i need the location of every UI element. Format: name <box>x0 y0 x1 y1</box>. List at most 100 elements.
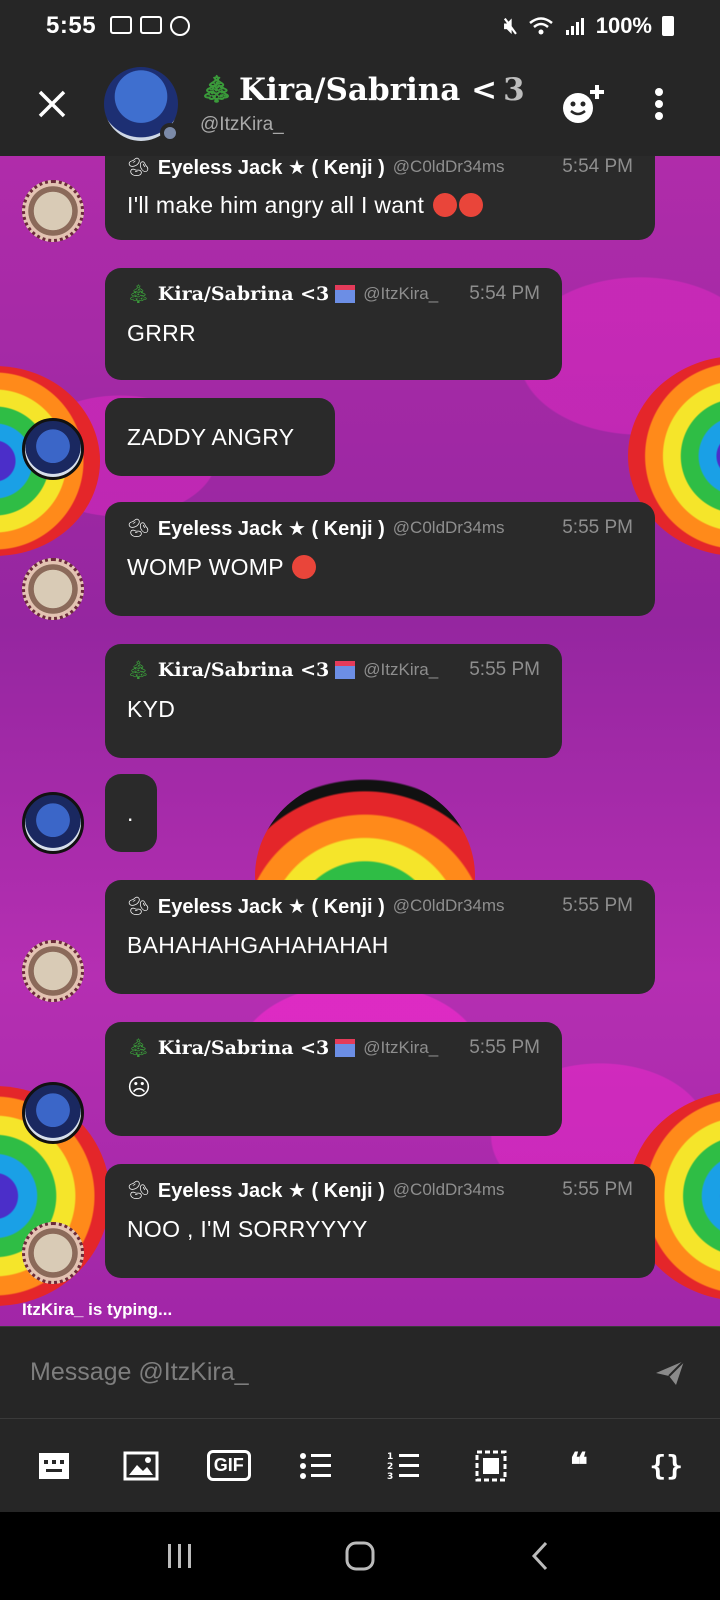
recents-icon <box>168 1544 191 1568</box>
header-user-info[interactable]: 🎄︎ Kira/Sabrina <3 @ItzKira_ <box>200 72 525 136</box>
close-button[interactable] <box>0 52 104 156</box>
bulleted-list-icon <box>300 1452 332 1479</box>
beans-icon: 🫘︎ <box>127 1179 150 1200</box>
message-handle: @ItzKira_ <box>363 660 439 679</box>
svg-text:2: 2 <box>387 1462 393 1472</box>
battery-icon <box>662 16 674 36</box>
numbered-list-button[interactable]: 1 2 3 <box>376 1438 432 1494</box>
header-avatar[interactable] <box>104 67 180 143</box>
avatar[interactable] <box>22 418 84 480</box>
system-navigation-bar <box>0 1512 720 1600</box>
beans-icon: 🫘︎ <box>127 517 150 538</box>
message-text: I'll make him angry all I want <box>127 182 633 238</box>
numbered-list-icon: 1 2 3 <box>387 1452 419 1482</box>
message-author[interactable]: Kira/Sabrina <3 <box>158 283 329 305</box>
message-bubble[interactable]: 🫘︎ Eyeless Jack ★ ( Kenji ) @C0ldDr34ms … <box>105 1164 655 1278</box>
christmas-tree-icon: 🎄︎ <box>200 75 234 105</box>
angry-face-icon <box>432 193 457 217</box>
message-meta: 🫘︎ Eyeless Jack ★ ( Kenji ) @C0ldDr34ms … <box>127 156 633 182</box>
message-time: 5:54 PM <box>562 156 633 177</box>
message-author[interactable]: Eyeless Jack ★ ( Kenji ) <box>158 1178 385 1203</box>
formatting-toolbar: GIF 1 2 3 ❝ {} <box>0 1418 720 1512</box>
send-button[interactable] <box>650 1353 690 1393</box>
message-text: ☹ <box>127 1074 152 1100</box>
dm-header: 🎄︎ Kira/Sabrina <3 @ItzKira_ <box>0 52 720 156</box>
message-bubble[interactable]: 🫘︎ Eyeless Jack ★ ( Kenji ) @C0ldDr34ms … <box>105 502 655 616</box>
message-bubble[interactable]: . <box>105 774 157 852</box>
message-time: 5:55 PM <box>562 1179 633 1200</box>
presence-status-dot <box>160 123 180 143</box>
avatar[interactable] <box>22 792 84 854</box>
message-meta: 🎄︎ Kira/Sabrina <3 @ItzKira_ 5:54 PM <box>127 268 540 310</box>
message-text-content: WOMP WOMP <box>127 554 284 580</box>
avatar[interactable] <box>22 1082 84 1144</box>
message-list[interactable]: 🫘︎ Eyeless Jack ★ ( Kenji ) @C0ldDr34ms … <box>0 156 720 1326</box>
message-text-content: I'll make him angry all I want <box>127 192 425 218</box>
message-text: KYD <box>127 696 176 722</box>
recents-button[interactable] <box>150 1526 210 1586</box>
message-input[interactable] <box>30 1358 650 1387</box>
code-block-icon: {} <box>649 1449 684 1482</box>
gift-icon <box>335 285 356 303</box>
message-bubble[interactable]: ZADDY ANGRY <box>105 398 335 476</box>
message-text: ZADDY ANGRY <box>127 424 295 450</box>
message-meta: 🫘︎ Eyeless Jack ★ ( Kenji ) @C0ldDr34ms … <box>127 880 633 922</box>
message-time: 5:55 PM <box>469 1037 540 1058</box>
avatar[interactable] <box>22 940 84 1002</box>
message-bubble[interactable]: 🫘︎ Eyeless Jack ★ ( Kenji ) @C0ldDr34ms … <box>105 880 655 994</box>
home-icon <box>345 1541 375 1571</box>
quote-button[interactable]: ❝ <box>551 1438 607 1494</box>
message-author[interactable]: Eyeless Jack ★ ( Kenji ) <box>158 156 385 180</box>
message-author[interactable]: Eyeless Jack ★ ( Kenji ) <box>158 894 385 919</box>
avatar[interactable] <box>22 1222 84 1284</box>
angry-face-icon <box>458 193 483 217</box>
image-icon <box>123 1451 159 1480</box>
more-vert-icon[interactable] <box>654 87 664 121</box>
avatar[interactable] <box>22 180 84 242</box>
message-author[interactable]: Eyeless Jack ★ ( Kenji ) <box>158 516 385 541</box>
signal-icon <box>565 18 584 35</box>
header-username-tail: 3 <box>503 72 525 108</box>
message-handle: @C0ldDr34ms <box>392 518 505 537</box>
message-bubble[interactable]: 🎄︎ Kira/Sabrina <3 @ItzKira_ 5:55 PM ☹ <box>105 1022 562 1136</box>
header-username: 🎄︎ Kira/Sabrina <3 <box>200 72 525 108</box>
battery-percent: 100% <box>595 13 652 38</box>
christmas-tree-icon: 🎄︎ <box>127 659 150 680</box>
message-meta: 🎄︎ Kira/Sabrina <3 @ItzKira_ 5:55 PM <box>127 644 540 686</box>
message-bubble[interactable]: 🎄︎ Kira/Sabrina <3 @ItzKira_ 5:55 PM KYD <box>105 644 562 758</box>
notification-icons <box>110 16 191 36</box>
spoiler-button[interactable] <box>463 1438 519 1494</box>
message-text: . <box>127 800 134 826</box>
image-button[interactable] <box>113 1438 169 1494</box>
gift-icon <box>335 661 356 679</box>
typing-indicator: ItzKira_ is typing... <box>22 1300 173 1319</box>
message-meta: 🫘︎ Eyeless Jack ★ ( Kenji ) @C0ldDr34ms … <box>127 1164 633 1206</box>
bulleted-list-button[interactable] <box>288 1438 344 1494</box>
message-author[interactable]: Kira/Sabrina <3 <box>158 659 329 681</box>
code-block-button[interactable]: {} <box>638 1438 694 1494</box>
message-bubble[interactable]: 🫘︎ Eyeless Jack ★ ( Kenji ) @C0ldDr34ms … <box>105 156 655 240</box>
keyboard-button[interactable] <box>26 1438 82 1494</box>
home-button[interactable] <box>330 1526 390 1586</box>
message-text: BAHAHAHGAHAHAHAH <box>127 932 389 958</box>
message-meta: 🫘︎ Eyeless Jack ★ ( Kenji ) @C0ldDr34ms … <box>127 502 633 544</box>
add-reaction-icon[interactable] <box>560 82 606 126</box>
gif-icon: GIF <box>206 1450 251 1481</box>
christmas-tree-icon: 🎄︎ <box>127 1037 150 1058</box>
message-time: 5:54 PM <box>469 283 540 304</box>
message-time: 5:55 PM <box>469 659 540 680</box>
angry-face-icon <box>292 555 317 579</box>
message-handle: @ItzKira_ <box>363 284 439 303</box>
message-time: 5:55 PM <box>562 895 633 916</box>
header-username-text: Kira/Sabrina < <box>239 72 498 108</box>
back-button[interactable] <box>510 1526 570 1586</box>
spoiler-icon <box>475 1450 507 1481</box>
message-text: NOO , I'M SORRYYYY <box>127 1216 368 1242</box>
gif-button[interactable]: GIF <box>201 1438 257 1494</box>
gift-icon <box>335 1039 356 1057</box>
avatar[interactable] <box>22 558 84 620</box>
message-meta: 🎄︎ Kira/Sabrina <3 @ItzKira_ 5:55 PM <box>127 1022 540 1064</box>
message-author[interactable]: Kira/Sabrina <3 <box>158 1037 329 1059</box>
message-handle: @C0ldDr34ms <box>392 896 505 915</box>
message-bubble[interactable]: 🎄︎ Kira/Sabrina <3 @ItzKira_ 5:54 PM GRR… <box>105 268 562 380</box>
